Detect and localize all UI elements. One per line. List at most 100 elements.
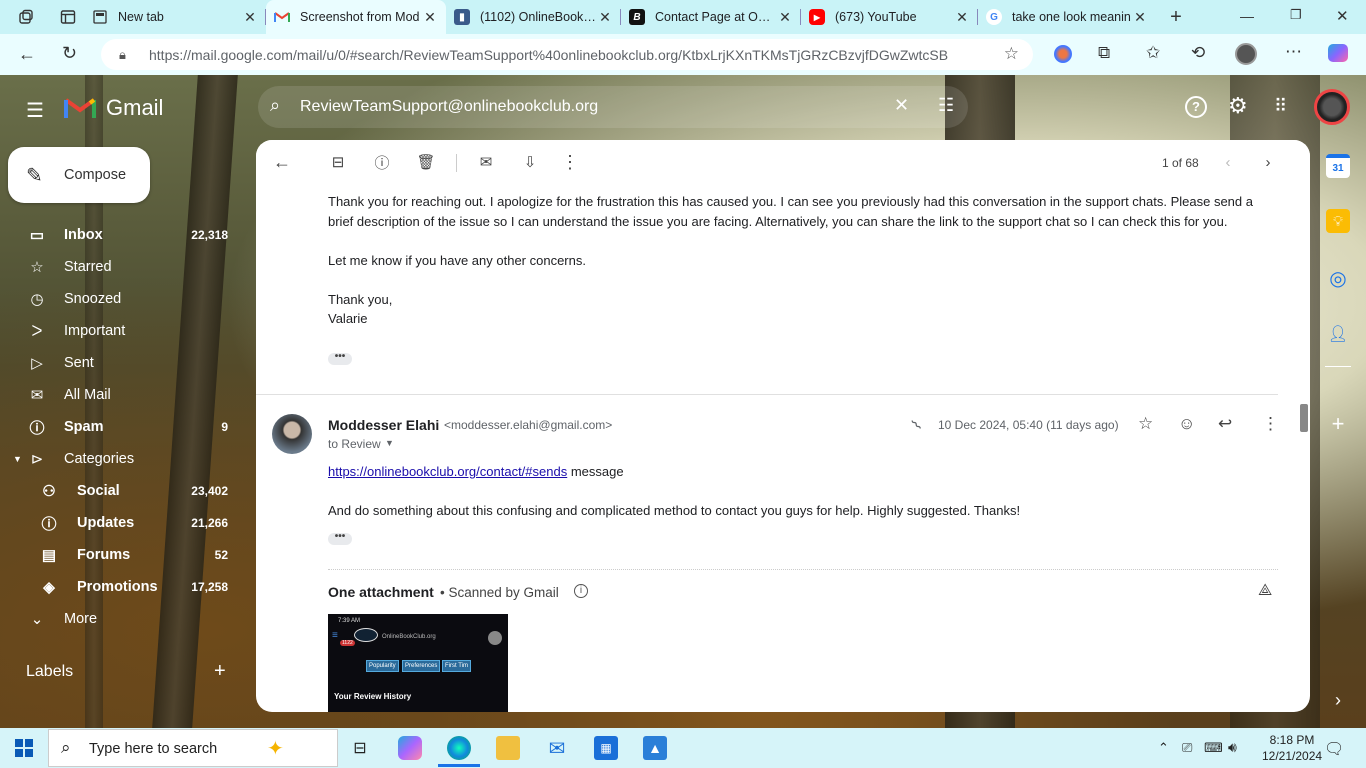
favorites-icon[interactable]: ✩ (1146, 43, 1160, 63)
tab-google-search[interactable]: G take one look meanin ✕ (978, 0, 1156, 34)
add-label-icon[interactable]: + (214, 660, 226, 683)
sidebar-item-more[interactable]: ⌄ More (0, 603, 244, 635)
copilot-taskbar-icon[interactable] (398, 736, 422, 760)
contacts-icon[interactable]: 👤︎ (1326, 322, 1350, 346)
mark-unread-icon[interactable]: ✉ (476, 152, 496, 172)
search-bar[interactable]: ⌕ ReviewTeamSupport@onlinebookclub.org ✕… (258, 86, 968, 128)
sidebar-item-label: Spam (64, 419, 104, 435)
attachment-thumbnail[interactable]: 7:39 AM ≡ OnlineBookClub.org 1122 Popula… (328, 614, 508, 712)
archive-icon[interactable]: ⊟ (328, 152, 348, 172)
sidebar-item-categories[interactable]: ▼ ⊳ Categories (0, 443, 244, 475)
refresh-icon[interactable]: ↻ (62, 43, 77, 64)
sidebar-item-promotions[interactable]: ◈ Promotions 17,258 (0, 571, 244, 603)
new-tab-button[interactable]: + (1156, 0, 1196, 34)
store-icon[interactable]: ▦ (594, 736, 618, 760)
clear-search-icon[interactable]: ✕ (894, 95, 909, 116)
notifications-icon[interactable]: 🗨︎ (1324, 739, 1344, 759)
more-options-icon[interactable]: ⋮ (1262, 414, 1279, 434)
sender-avatar[interactable] (272, 414, 312, 454)
sidebar-item-inbox[interactable]: ▭ Inbox 22,318 (0, 219, 244, 251)
volume-icon[interactable]: 🔊︎ (1228, 739, 1237, 756)
profile-avatar[interactable] (1235, 43, 1257, 65)
workspaces-icon[interactable] (0, 0, 52, 34)
show-side-panel-icon[interactable]: › (1326, 688, 1350, 712)
tab-youtube[interactable]: ▶ (673) YouTube ✕ (801, 0, 978, 34)
back-icon[interactable]: ← (18, 44, 36, 65)
windows-start-icon[interactable] (12, 736, 36, 760)
settings-gear-icon[interactable]: ⚙ (1228, 93, 1248, 119)
move-to-icon[interactable]: ⇩ (520, 152, 540, 172)
close-window-icon[interactable]: ✕ (1336, 7, 1349, 25)
sidebar-item-important[interactable]: ᐳ Important (0, 315, 244, 347)
close-tab-icon[interactable]: ✕ (597, 9, 613, 26)
calendar-icon[interactable]: 31 (1326, 154, 1350, 178)
edge-browser-icon[interactable] (447, 736, 471, 760)
network-icon[interactable]: ⌨ (1204, 740, 1223, 756)
tab-contact-page[interactable]: B Contact Page at Onlin ✕ (621, 0, 801, 34)
add-to-drive-icon[interactable]: ⟁ (1258, 582, 1272, 600)
tab-actions-icon[interactable] (52, 0, 84, 34)
info-icon[interactable]: i (574, 584, 588, 598)
close-tab-icon[interactable]: ✕ (954, 9, 970, 26)
restore-icon[interactable]: ❐ (1290, 7, 1302, 23)
sidebar-item-updates[interactable]: ⓘ Updates 21,266 (0, 507, 244, 539)
close-tab-icon[interactable]: ✕ (777, 9, 793, 26)
message-link[interactable]: https://onlinebookclub.org/contact/#send… (328, 464, 567, 479)
sidebar-item-forums[interactable]: ▤ Forums 52 (0, 539, 244, 571)
sidebar-item-social[interactable]: ⚇ Social 23,402 (0, 475, 244, 507)
sender-name[interactable]: Moddesser Elahi (328, 417, 439, 433)
more-menu-icon[interactable]: ⋯ (1285, 42, 1302, 62)
scrollbar-thumb[interactable] (1300, 404, 1308, 432)
favorite-star-icon[interactable]: ☆ (1004, 44, 1019, 64)
sidebar-item-snoozed[interactable]: ◷ Snoozed (0, 283, 244, 315)
report-spam-icon[interactable]: ⓘ (372, 152, 392, 172)
copilot-icon[interactable] (1328, 44, 1348, 62)
meet-now-icon[interactable]: ⎚ (1182, 740, 1192, 756)
show-trimmed-content-button[interactable]: ••• (328, 352, 352, 365)
history-icon[interactable]: ⟲ (1191, 43, 1205, 63)
minimize-icon[interactable]: — (1240, 8, 1254, 24)
account-avatar[interactable] (1314, 89, 1350, 125)
extension-icon[interactable] (1054, 45, 1072, 63)
tab-onlinebookclub[interactable]: ▮ (1102) OnlineBookClu ✕ (446, 0, 621, 34)
task-view-icon[interactable]: ⊟ (348, 736, 372, 760)
show-trimmed-content-button[interactable]: ••• (328, 532, 352, 545)
keep-icon[interactable]: 💡︎ (1326, 209, 1350, 233)
photos-app-icon[interactable]: ▲ (643, 736, 667, 760)
close-tab-icon[interactable]: ✕ (242, 9, 258, 26)
caret-down-icon[interactable]: ▼ (13, 454, 22, 464)
close-tab-icon[interactable]: ✕ (422, 9, 438, 26)
more-actions-icon[interactable]: ⋮ (560, 152, 580, 172)
sidebar-item-starred[interactable]: ☆ Starred (0, 251, 244, 283)
show-hidden-icons-chevron-icon[interactable]: ⌃ (1158, 740, 1169, 756)
compose-button[interactable]: ✎ Compose (8, 147, 150, 203)
file-explorer-icon[interactable] (496, 736, 520, 760)
taskbar-search-box[interactable]: ⌕ Type here to search ✦ (48, 729, 338, 767)
search-options-icon[interactable]: ☷ (938, 95, 954, 116)
tab-gmail[interactable]: Screenshot from Mod ✕ (266, 0, 446, 34)
sidebar-item-all-mail[interactable]: ✉ All Mail (0, 379, 244, 411)
sidebar-item-sent[interactable]: ▷ Sent (0, 347, 244, 379)
address-bar[interactable]: 🔒︎ https://mail.google.com/mail/u/0/#sea… (101, 39, 1033, 70)
taskbar-clock[interactable]: 8:18 PM 12/21/2024 (1262, 733, 1322, 763)
extensions-puzzle-icon[interactable]: ⧉ (1098, 43, 1110, 63)
back-to-search-icon[interactable]: ← (272, 152, 292, 172)
get-addons-icon[interactable]: + (1326, 411, 1350, 436)
recipient-details-caret-icon[interactable]: ▼ (385, 438, 394, 448)
star-icon[interactable]: ☆ (1138, 414, 1153, 434)
main-menu-icon[interactable]: ☰ (26, 98, 44, 123)
search-input[interactable]: ReviewTeamSupport@onlinebookclub.org (300, 98, 598, 116)
older-chevron-icon[interactable]: › (1258, 152, 1278, 172)
help-icon[interactable]: ? (1185, 96, 1207, 118)
close-tab-icon[interactable]: ✕ (1132, 9, 1148, 26)
taskbar-search-input[interactable]: Type here to search (89, 741, 217, 757)
apps-grid-icon[interactable]: ⠿ (1274, 96, 1287, 117)
reply-icon[interactable]: ↩ (1218, 414, 1232, 434)
tasks-icon[interactable]: ◎ (1326, 266, 1350, 290)
mail-app-icon[interactable]: ✉ (545, 736, 569, 760)
newer-chevron-icon[interactable]: ‹ (1218, 152, 1238, 172)
delete-icon[interactable]: 🗑︎ (416, 152, 436, 172)
emoji-react-icon[interactable]: ☺ (1178, 414, 1195, 434)
tab-new-tab[interactable]: New tab ✕ (84, 0, 266, 34)
sidebar-item-spam[interactable]: ⓘ Spam 9 (0, 411, 244, 443)
